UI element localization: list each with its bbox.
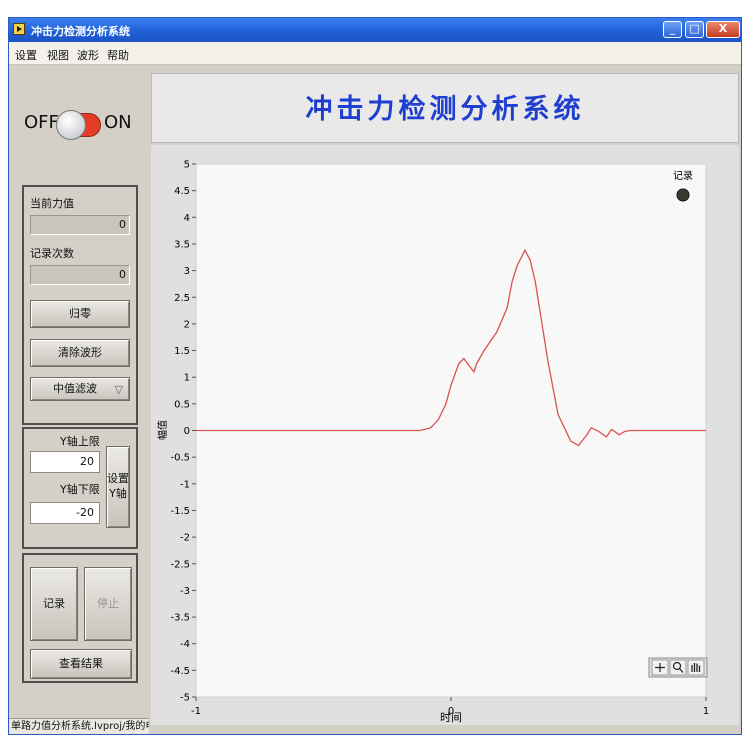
record-button[interactable]: 记录	[30, 567, 78, 641]
y-upper-label: Y轴上限	[60, 435, 100, 448]
power-switch[interactable]: OFF ON	[12, 100, 144, 160]
actions-group: 记录 停止 查看结果	[22, 553, 138, 683]
y-tick-label: -1.5	[170, 506, 190, 517]
y-tick-label: 4.5	[174, 186, 190, 197]
y-tick-label: -2.5	[170, 559, 190, 570]
y-tick-label: -5	[180, 693, 190, 704]
force-value: 0	[30, 215, 130, 235]
app-window: 冲击力检测分析系统 _ □ X 设置 视图 波形 帮助 OFF ON 当前力值 …	[8, 17, 742, 735]
y-tick-label: -3.5	[170, 613, 190, 624]
waveform-chart: 5 4.5 4 3.5 3 2.5 2 1.5 1 0.5 0 -0.5 -1 -1.5 -2 -2.5 -3 -…	[151, 145, 739, 725]
y-axis-ticks: 5 4.5 4 3.5 3 2.5 2 1.5 1 0.5 0 -0.5 -1 -1.5 -2 -2.5 -3 -…	[170, 160, 196, 704]
y-tick-label: 5	[184, 160, 190, 171]
x-tick-label: 1	[703, 706, 709, 717]
y-lower-input[interactable]: -20	[30, 502, 100, 524]
switch-on-label: ON	[104, 112, 132, 133]
set-y-axis-line1: 设置	[107, 472, 129, 485]
y-tick-label: -1	[180, 479, 190, 490]
y-lower-label: Y轴下限	[60, 483, 100, 496]
x-axis-label: 时间	[440, 711, 462, 724]
set-y-axis-line2: Y轴	[109, 487, 127, 500]
dropdown-triangle-icon: ▽	[114, 383, 123, 396]
title-bar: 冲击力检测分析系统 _ □ X	[9, 18, 741, 42]
set-y-axis-button[interactable]: 设置 Y轴	[106, 446, 130, 528]
status-bar: 单路力值分析系统.lvproj/我的电脑	[9, 718, 149, 734]
zero-button[interactable]: 归零	[30, 300, 130, 328]
chart-svg: 5 4.5 4 3.5 3 2.5 2 1.5 1 0.5 0 -0.5 -1 -1.5 -2 -2.5 -3 -…	[156, 160, 709, 725]
y-tick-label: 3.5	[174, 239, 190, 250]
y-tick-label: 3	[184, 266, 190, 277]
menu-view[interactable]: 视图	[47, 47, 69, 63]
y-tick-label: -4.5	[170, 666, 190, 677]
y-tick-label: 1	[184, 373, 190, 384]
record-indicator-label: 记录	[673, 170, 693, 182]
y-upper-input[interactable]: 20	[30, 451, 100, 473]
force-label: 当前力值	[30, 197, 74, 210]
graph-palette	[648, 657, 708, 678]
y-axis-label: 幅值	[156, 420, 169, 440]
readout-group: 当前力值 0 记录次数 0 归零 清除波形 中值滤波 ▽	[22, 185, 138, 425]
x-tick-label: -1	[191, 706, 201, 717]
menu-waveform[interactable]: 波形	[77, 47, 99, 63]
filter-select-value: 中值滤波	[53, 382, 97, 395]
switch-knob[interactable]	[56, 110, 86, 140]
header-banner: 冲击力检测分析系统	[151, 73, 739, 143]
y-tick-label: -3	[180, 586, 190, 597]
filter-select[interactable]: 中值滤波 ▽	[30, 377, 130, 401]
y-tick-label: -0.5	[170, 453, 190, 464]
menu-help[interactable]: 帮助	[107, 47, 129, 63]
control-panel: OFF ON 当前力值 0 记录次数 0 归零 清除波形 中值滤波 ▽ Y轴上限…	[12, 74, 146, 714]
y-tick-label: 4	[184, 213, 190, 224]
menu-settings[interactable]: 设置	[15, 47, 37, 63]
labview-icon	[13, 23, 25, 35]
y-tick-label: 0.5	[174, 399, 190, 410]
count-value: 0	[30, 265, 130, 285]
close-button[interactable]: X	[706, 21, 740, 38]
view-results-button[interactable]: 查看结果	[30, 649, 132, 679]
y-tick-label: 1.5	[174, 346, 190, 357]
window-title: 冲击力检测分析系统	[31, 25, 130, 38]
y-tick-label: 2.5	[174, 293, 190, 304]
record-indicator-led	[676, 188, 690, 202]
y-tick-label: 0	[184, 426, 190, 437]
clear-waveform-button[interactable]: 清除波形	[30, 339, 130, 367]
switch-off-label: OFF	[24, 112, 59, 133]
y-tick-label: 2	[184, 319, 190, 330]
maximize-button[interactable]: □	[685, 21, 704, 38]
y-tick-label: -4	[180, 639, 190, 650]
minimize-button[interactable]: _	[663, 21, 682, 38]
y-axis-group: Y轴上限 20 Y轴下限 -20 设置 Y轴	[22, 427, 138, 549]
pan-hand-icon[interactable]	[687, 659, 705, 676]
y-tick-label: -2	[180, 533, 190, 544]
header-title: 冲击力检测分析系统	[305, 94, 585, 125]
count-label: 记录次数	[30, 247, 74, 260]
menu-bar: 设置 视图 波形 帮助	[9, 42, 741, 65]
stop-button[interactable]: 停止	[84, 567, 132, 641]
